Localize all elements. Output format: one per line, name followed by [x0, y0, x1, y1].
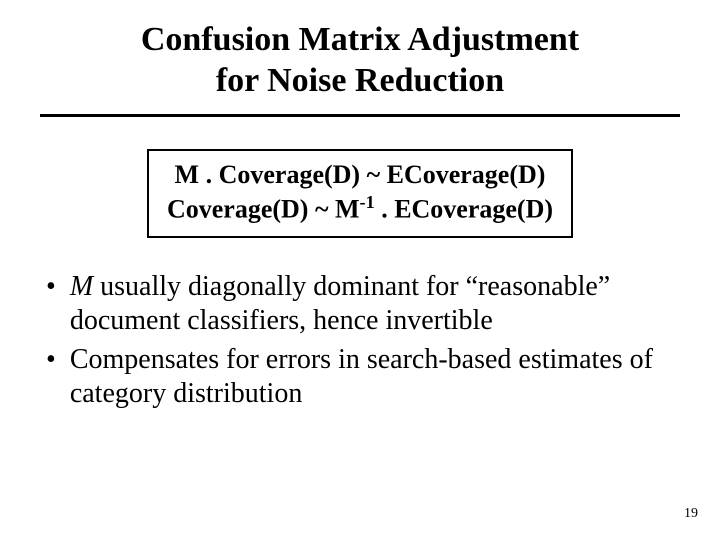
formula-line-2-a: Coverage(D) ~ M	[167, 195, 360, 224]
bullet-text: M usually diagonally dominant for “reaso…	[70, 270, 680, 337]
title-divider	[40, 114, 680, 117]
title-line-2: for Noise Reduction	[216, 62, 504, 99]
bullet-rest: Compensates for errors in search-based e…	[70, 344, 653, 409]
formula-superscript: -1	[360, 192, 375, 212]
bullet-italic-lead: M	[70, 271, 93, 302]
list-item: • M usually diagonally dominant for “rea…	[46, 270, 680, 337]
bullet-dot-icon: •	[46, 270, 56, 304]
formula-line-2: Coverage(D) ~ M-1 . ECoverage(D)	[167, 191, 553, 226]
formula-box: M . Coverage(D) ~ ECoverage(D) Coverage(…	[147, 149, 573, 239]
page-title: Confusion Matrix Adjustment for Noise Re…	[40, 20, 680, 102]
bullet-text: Compensates for errors in search-based e…	[70, 343, 680, 410]
page-number: 19	[684, 506, 698, 522]
bullet-rest: usually diagonally dominant for “reasona…	[70, 271, 610, 336]
slide: Confusion Matrix Adjustment for Noise Re…	[0, 0, 720, 540]
bullet-list: • M usually diagonally dominant for “rea…	[40, 270, 680, 410]
title-line-1: Confusion Matrix Adjustment	[141, 21, 579, 58]
bullet-dot-icon: •	[46, 343, 56, 377]
formula-line-1-text: M . Coverage(D) ~ ECoverage(D)	[175, 160, 546, 189]
list-item: • Compensates for errors in search-based…	[46, 343, 680, 410]
formula-line-1: M . Coverage(D) ~ ECoverage(D)	[167, 159, 553, 192]
formula-line-2-b: . ECoverage(D)	[375, 195, 553, 224]
